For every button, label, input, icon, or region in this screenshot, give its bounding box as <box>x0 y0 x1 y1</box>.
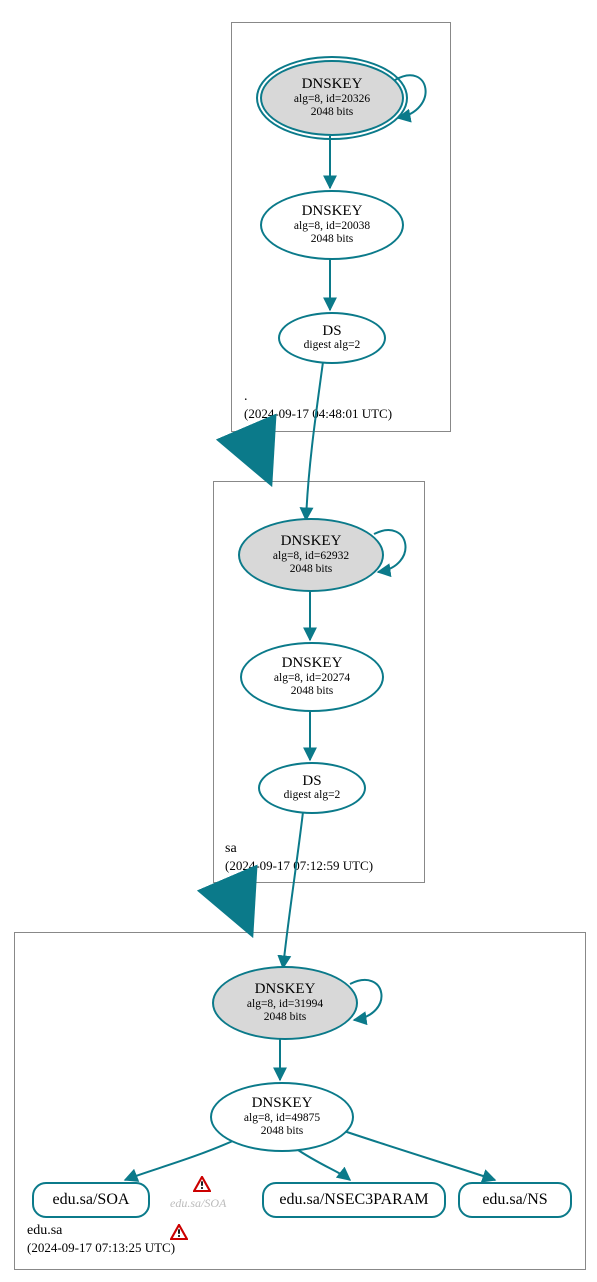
node-root-ds-sub: digest alg=2 <box>304 339 361 352</box>
node-sa-zsk-sub: alg=8, id=20274 <box>274 672 350 685</box>
node-sa-ksk-title: DNSKEY <box>281 534 342 550</box>
node-root-zsk-title: DNSKEY <box>302 204 363 220</box>
zone-edu-ts: (2024-09-17 07:13:25 UTC) <box>27 1240 175 1255</box>
node-root-ds-title: DS <box>322 324 341 340</box>
node-edu-ns-label: edu.sa/NS <box>482 1191 547 1209</box>
node-root-ksk-title: DNSKEY <box>302 77 363 93</box>
node-edu-ksk: DNSKEY alg=8, id=31994 2048 bits <box>212 966 358 1040</box>
node-sa-ksk-bits: 2048 bits <box>290 563 333 576</box>
node-edu-ksk-sub: alg=8, id=31994 <box>247 998 323 1011</box>
node-sa-zsk: DNSKEY alg=8, id=20274 2048 bits <box>240 642 384 712</box>
node-sa-zsk-title: DNSKEY <box>282 656 343 672</box>
node-edu-zsk-sub: alg=8, id=49875 <box>244 1112 320 1125</box>
node-root-ksk-sub: alg=8, id=20326 <box>294 93 370 106</box>
node-edu-zsk-title: DNSKEY <box>252 1096 313 1112</box>
node-sa-zsk-bits: 2048 bits <box>291 685 334 698</box>
node-edu-nsec3-label: edu.sa/NSEC3PARAM <box>279 1191 428 1209</box>
node-root-zsk-bits: 2048 bits <box>311 233 354 246</box>
node-root-ds: DS digest alg=2 <box>278 312 386 364</box>
node-edu-soa-label: edu.sa/SOA <box>53 1191 130 1209</box>
zone-edu-name: edu.sa <box>27 1223 62 1238</box>
node-sa-ds-sub: digest alg=2 <box>284 789 341 802</box>
node-edu-ksk-bits: 2048 bits <box>264 1011 307 1024</box>
node-edu-zsk: DNSKEY alg=8, id=49875 2048 bits <box>210 1082 354 1152</box>
node-edu-zsk-bits: 2048 bits <box>261 1125 304 1138</box>
node-sa-ksk-sub: alg=8, id=62932 <box>273 550 349 563</box>
zone-sa-label: sa (2024-09-17 07:12:59 UTC) <box>225 840 373 876</box>
warning-icon <box>170 1224 188 1240</box>
zone-sa-name: sa <box>225 841 237 856</box>
zone-edu-label: edu.sa (2024-09-17 07:13:25 UTC) <box>27 1222 175 1258</box>
node-edu-nsec3: edu.sa/NSEC3PARAM <box>262 1182 446 1218</box>
node-sa-ds-title: DS <box>302 774 321 790</box>
node-edu-ns: edu.sa/NS <box>458 1182 572 1218</box>
node-sa-ksk: DNSKEY alg=8, id=62932 2048 bits <box>238 518 384 592</box>
node-root-ksk: DNSKEY alg=8, id=20326 2048 bits <box>260 60 404 136</box>
node-edu-ksk-title: DNSKEY <box>255 982 316 998</box>
node-root-zsk: DNSKEY alg=8, id=20038 2048 bits <box>260 190 404 260</box>
zone-root-ts: (2024-09-17 04:48:01 UTC) <box>244 406 392 421</box>
node-sa-ds: DS digest alg=2 <box>258 762 366 814</box>
node-root-zsk-sub: alg=8, id=20038 <box>294 220 370 233</box>
node-edu-soa: edu.sa/SOA <box>32 1182 150 1218</box>
node-root-ksk-bits: 2048 bits <box>311 106 354 119</box>
zone-root-label: . (2024-09-17 04:48:01 UTC) <box>244 388 392 424</box>
warning-icon <box>193 1176 211 1192</box>
zone-root-name: . <box>244 389 248 404</box>
zone-sa-ts: (2024-09-17 07:12:59 UTC) <box>225 858 373 873</box>
node-edu-soa-ghost: edu.sa/SOA <box>170 1196 226 1211</box>
